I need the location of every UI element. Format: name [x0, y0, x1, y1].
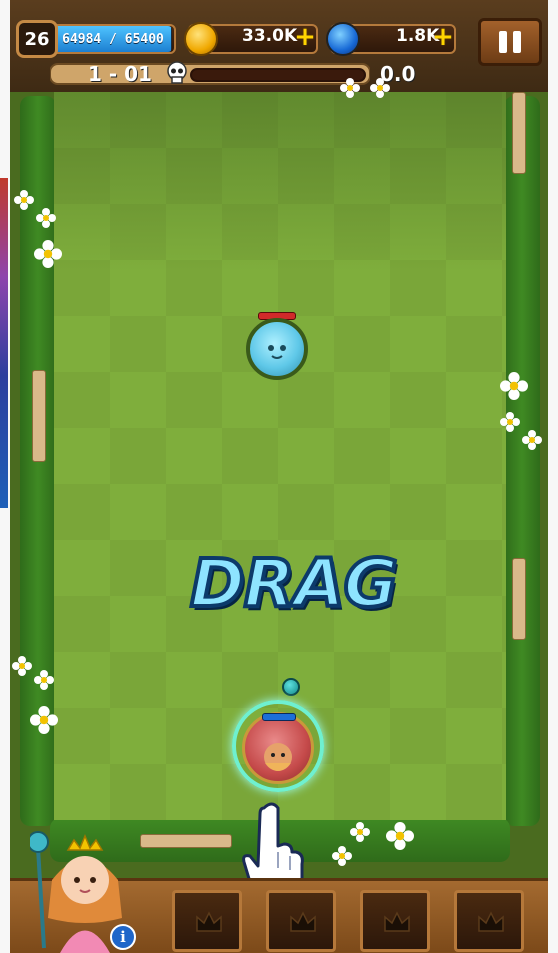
- pause-icon: [499, 31, 507, 53]
- daisy-icon: [500, 412, 520, 432]
- daisy-icon: [370, 78, 390, 98]
- fence-post: [32, 370, 46, 462]
- hero-slot-3[interactable]: [360, 890, 430, 952]
- dwarf-hero[interactable]: [242, 712, 314, 784]
- gem-icon: [326, 22, 360, 56]
- drag-instruction: DRAG: [188, 543, 400, 624]
- info-button[interactable]: i: [110, 924, 136, 950]
- xp-text: 64984 / 65400: [62, 31, 164, 47]
- daisy-icon: [36, 208, 56, 228]
- daisy-icon: [30, 706, 58, 734]
- pause-button[interactable]: [478, 18, 542, 66]
- stage-label: 1 - 01: [88, 62, 152, 86]
- daisy-icon: [500, 372, 528, 400]
- daisy-icon: [350, 822, 370, 842]
- staff-orb: [282, 678, 300, 696]
- daisy-icon: [332, 846, 352, 866]
- fence-post: [512, 92, 526, 174]
- add-gems-button[interactable]: +: [432, 24, 454, 50]
- coin-icon: [184, 22, 218, 56]
- daisy-icon: [522, 430, 542, 450]
- hero-slot-1[interactable]: [172, 890, 242, 952]
- hero-health-bar: [262, 713, 296, 721]
- player-level-badge: 26: [16, 20, 58, 58]
- browser-side-image: [0, 178, 8, 508]
- add-coins-button[interactable]: +: [294, 24, 316, 50]
- fence-rail: [140, 834, 232, 848]
- arena-shadow: [54, 92, 506, 272]
- daisy-icon: [14, 190, 34, 210]
- fence-post: [512, 558, 526, 640]
- daisy-icon: [12, 656, 32, 676]
- slime-enemy: [246, 318, 308, 380]
- daisy-icon: [386, 822, 414, 850]
- crown-icon: [384, 911, 410, 932]
- crown-icon: [290, 911, 316, 932]
- hero-slot-2[interactable]: [266, 890, 336, 952]
- xp-bar: 64984 / 65400: [54, 26, 172, 52]
- browser-right-margin: [548, 0, 558, 953]
- slime-face: [268, 345, 286, 359]
- daisy-icon: [340, 78, 360, 98]
- game-viewport[interactable]: 64984 / 65400 26 33.0K + 1.8K + 1 - 01 0…: [10, 0, 548, 953]
- daisy-icon: [34, 240, 62, 268]
- right-hedge: [504, 96, 540, 826]
- crown-icon: [478, 911, 504, 932]
- pause-icon-bar: [513, 31, 521, 53]
- coin-amount: 33.0K: [242, 26, 298, 46]
- daisy-icon: [34, 670, 54, 690]
- skull-icon: [167, 61, 187, 84]
- hero-slot-4[interactable]: [454, 890, 524, 952]
- dwarf-face: [264, 743, 292, 771]
- crown-icon: [196, 911, 222, 932]
